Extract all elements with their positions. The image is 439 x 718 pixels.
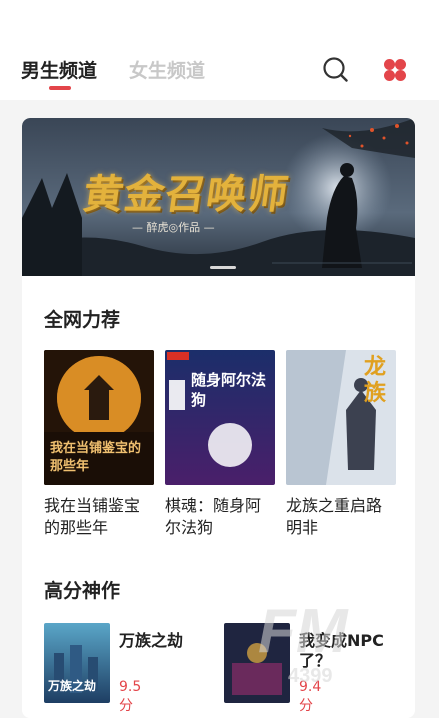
cover-title: 我在当铺鉴宝的那些年	[50, 441, 142, 474]
cover-title: 龙族	[364, 354, 387, 406]
cover-title: 随身阿尔法狗	[191, 371, 267, 409]
tab-female-channel[interactable]: 女生频道	[129, 56, 205, 83]
book-cover: 我在当铺鉴宝的那些年	[44, 350, 154, 485]
battery-icon	[365, 6, 375, 24]
status-icons	[311, 6, 375, 24]
book-card[interactable]: 随身阿尔法狗 棋魂：随身阿尔法狗	[165, 350, 275, 539]
book-cover: 龙族	[286, 350, 396, 485]
category-grid-icon[interactable]	[383, 58, 407, 82]
book-title: 我在当铺鉴宝的那些年	[44, 496, 141, 537]
watermark-logo: FM 4399	[258, 597, 349, 687]
section-title-high-score: 高分神作	[44, 580, 121, 602]
search-icon[interactable]	[322, 56, 348, 82]
book-title: 万族之劫	[119, 631, 184, 650]
book-card[interactable]: 我在当铺鉴宝的那些年 我在当铺鉴宝的那些年	[44, 350, 154, 539]
active-tab-indicator	[49, 86, 71, 90]
banner-author: — 醉虎◎作品 —	[132, 221, 215, 234]
book-cover: 随身阿尔法狗	[165, 350, 275, 485]
section-title-recommend: 全网力荐	[44, 309, 121, 331]
book-cover: 万族之劫	[44, 623, 110, 703]
svg-text:4399: 4399	[288, 665, 333, 687]
status-bar: 8:34	[0, 0, 439, 34]
book-score: 9.5分	[119, 679, 142, 714]
book-title: 龙族之重启路明非	[286, 496, 383, 537]
book-title: 棋魂：随身阿尔法狗	[165, 496, 262, 537]
svg-text:FM: FM	[258, 597, 349, 666]
banner-page-indicator	[210, 266, 236, 269]
clock: 8:34	[395, 6, 429, 25]
cover-title: 万族之劫	[48, 679, 97, 693]
banner-title: 黄金召唤师	[80, 171, 292, 218]
book-card[interactable]: 龙族 龙族之重启路明非	[286, 350, 396, 539]
wifi-icon	[311, 6, 331, 21]
channel-header: 男生频道 女生频道	[0, 34, 439, 100]
promo-banner[interactable]: 黄金召唤师 — 醉虎◎作品 —	[22, 118, 415, 276]
tab-male-channel[interactable]: 男生频道	[21, 56, 97, 83]
signal-icon	[341, 7, 355, 21]
